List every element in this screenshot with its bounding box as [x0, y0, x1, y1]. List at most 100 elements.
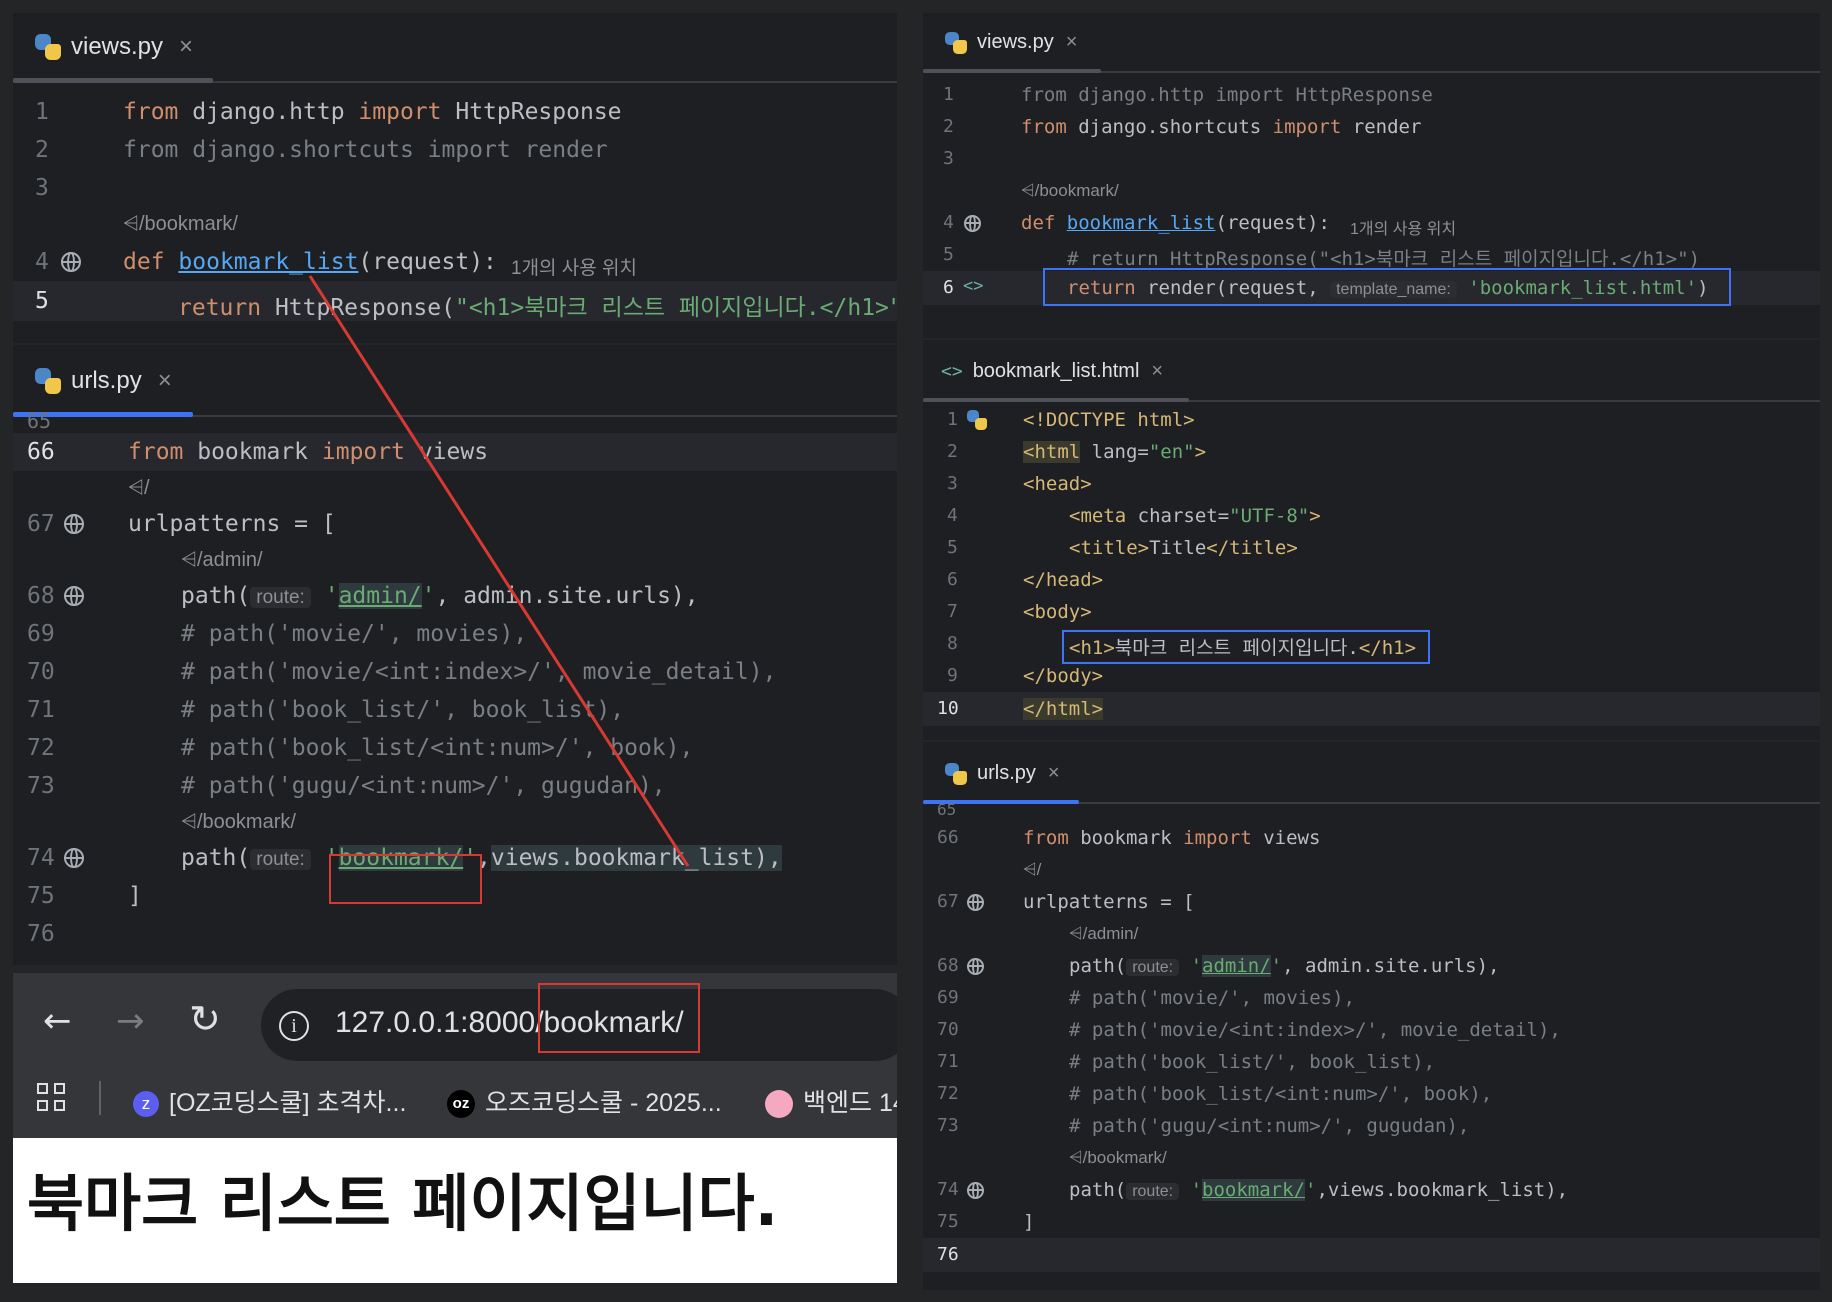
site-info-icon[interactable]: i — [279, 1011, 309, 1041]
close-icon[interactable]: × — [1151, 360, 1163, 383]
python-file-icon — [945, 31, 967, 54]
line-number: 68 — [27, 583, 55, 609]
tab-underline — [923, 398, 1189, 402]
line-number: 66 — [27, 439, 55, 465]
globe-icon[interactable] — [964, 215, 981, 232]
tab-views-py[interactable]: views.py × — [945, 31, 1077, 54]
code-line: # path('movie/<int:index>/', movie_detai… — [181, 659, 777, 685]
python-file-icon — [945, 762, 967, 785]
close-icon[interactable]: × — [1048, 762, 1060, 785]
forward-icon[interactable]: → — [116, 1001, 145, 1041]
globe-icon[interactable] — [967, 1182, 984, 1199]
code-line: return HttpResponse("<h1>북마크 리스트 페이지입니다.… — [178, 295, 897, 321]
code-line: <meta charset="UTF-8"> — [1069, 505, 1321, 527]
code-line: # path('gugu/<int:num>/', gugudan), — [1069, 1115, 1470, 1137]
bookmark-item[interactable]: 백엔드 14 — [765, 1083, 897, 1119]
line-number: 2 — [943, 116, 954, 137]
right-urls-editor: urls.py × 65 66 from bookmark import vie… — [923, 742, 1820, 1290]
route-hint: ⩤/bookmark/ — [123, 213, 238, 235]
left-urls-tabbar: urls.py × — [13, 345, 897, 417]
character-icon — [765, 1090, 793, 1119]
line-number: 72 — [27, 735, 55, 761]
line-number: 70 — [27, 659, 55, 685]
reload-icon[interactable]: ↻ — [189, 997, 221, 1041]
oz-logo-icon: oz — [447, 1090, 475, 1119]
globe-icon[interactable] — [64, 514, 84, 534]
globe-icon[interactable] — [967, 958, 984, 975]
line-number: 5 — [947, 537, 958, 558]
back-icon[interactable]: ← — [43, 1001, 72, 1041]
line-number: 2 — [35, 137, 49, 163]
bookmark-item[interactable]: oz 오즈코딩스쿨 - 2025... — [447, 1083, 722, 1119]
python-run-icon[interactable] — [967, 410, 987, 430]
route-hint: ⩤/bookmark/ — [1069, 1148, 1167, 1167]
code-line: # return HttpResponse("<h1>북마크 리스트 페이지입니… — [1067, 248, 1701, 270]
line-number: 7 — [947, 601, 958, 622]
tab-underline — [13, 78, 213, 83]
line-number: 65 — [27, 409, 52, 433]
code-line: </html> — [1023, 698, 1104, 720]
line-number: 70 — [937, 1019, 959, 1040]
close-icon[interactable]: × — [158, 367, 172, 395]
line-number: 72 — [937, 1083, 959, 1104]
line-number: 6 — [943, 277, 954, 298]
line-number: 1 — [947, 409, 958, 430]
line-number: 3 — [943, 148, 954, 169]
code-line: </body> — [1023, 665, 1104, 687]
apps-icon[interactable] — [37, 1083, 67, 1113]
line-number: 67 — [937, 891, 959, 912]
annotation-box-render — [1043, 268, 1731, 306]
code-line: from bookmark import views — [1023, 827, 1321, 849]
html-gutter-icon[interactable]: <> — [963, 276, 983, 296]
tab-views-py[interactable]: views.py × — [35, 33, 193, 61]
annotation-box-url-path — [538, 983, 700, 1053]
globe-icon[interactable] — [967, 894, 984, 911]
line-number: 68 — [937, 955, 959, 976]
line-number: 1 — [943, 84, 954, 105]
bookmark-divider — [99, 1081, 101, 1115]
usage-hint[interactable]: 1개의 사용 위치 — [511, 253, 637, 280]
route-hint: ⩤/admin/ — [181, 549, 263, 571]
left-views-editor: views.py × 1 from django.http import Htt… — [13, 13, 897, 343]
code-line: def bookmark_list(request): — [123, 249, 497, 275]
code-line: path(route: 'admin/', admin.site.urls), — [181, 583, 699, 609]
code-line: # path('book_list/<int:num>/', book), — [1069, 1083, 1493, 1105]
tab-label: views.py — [71, 33, 164, 60]
code-line: # path('gugu/<int:num>/', gugudan), — [181, 773, 666, 799]
tab-urls-py[interactable]: urls.py × — [35, 367, 172, 395]
route-hint: ⩤/ — [1023, 860, 1042, 879]
close-icon[interactable]: × — [1066, 31, 1078, 54]
tab-label: bookmark_list.html — [972, 360, 1140, 382]
line-number: 74 — [937, 1179, 959, 1200]
line-number: 76 — [937, 1244, 959, 1265]
globe-icon[interactable] — [64, 848, 84, 868]
line-number: 4 — [943, 212, 954, 233]
python-file-icon — [35, 34, 61, 60]
line-number: 4 — [35, 249, 49, 275]
browser-window: ← → ↻ i 127.0.0.1:8000/bookmark/ z [OZ코딩스… — [13, 973, 897, 1283]
line-number: 69 — [27, 621, 55, 647]
line-number: 2 — [947, 441, 958, 462]
usage-hint[interactable]: 1개의 사용 위치 — [1350, 215, 1456, 239]
right-urls-tabbar: urls.py × — [923, 742, 1820, 804]
code-line: # path('movie/', movies), — [181, 621, 528, 647]
line-number: 5 — [943, 244, 954, 265]
tab-urls-py[interactable]: urls.py × — [945, 762, 1060, 785]
route-hint: ⩤/admin/ — [1069, 924, 1139, 943]
close-icon[interactable]: × — [179, 33, 193, 61]
line-number: 8 — [947, 633, 958, 654]
code-line: <title>Title</title> — [1069, 537, 1298, 559]
line-number: 75 — [937, 1211, 959, 1232]
globe-icon[interactable] — [64, 586, 84, 606]
tab-bookmark-list-html[interactable]: <> bookmark_list.html × — [941, 360, 1163, 383]
code-line: # path('movie/', movies), — [1069, 987, 1355, 1009]
tab-underline — [923, 69, 1101, 73]
code-line: # path('book_list/<int:num>/', book), — [181, 735, 694, 761]
right-views-tabbar: views.py × — [923, 13, 1820, 73]
code-line: path(route: 'bookmark/',views.bookmark_l… — [1069, 1179, 1569, 1201]
line-number: 73 — [937, 1115, 959, 1136]
line-number: 4 — [947, 505, 958, 526]
line-number: 6 — [947, 569, 958, 590]
globe-icon[interactable] — [61, 252, 81, 272]
bookmark-item[interactable]: z [OZ코딩스쿨] 초격차... — [133, 1083, 406, 1119]
